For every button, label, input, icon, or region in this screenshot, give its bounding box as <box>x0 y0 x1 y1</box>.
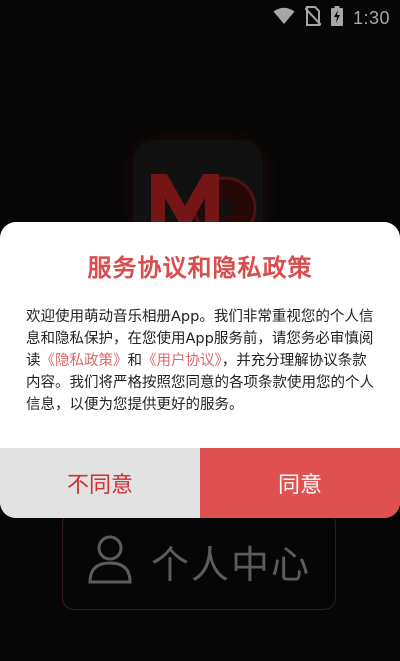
and-text: 和 <box>127 353 143 369</box>
privacy-dialog: 服务协议和隐私政策 欢迎使用萌动音乐相册App。我们非常重视您的个人信息和隐私保… <box>0 222 400 518</box>
dialog-actions: 不同意 同意 <box>0 448 400 518</box>
dialog-title: 服务协议和隐私政策 <box>87 254 313 282</box>
user-agreement-link[interactable]: 《用户协议》 <box>142 353 222 369</box>
dialog-body: 欢迎使用萌动音乐相册App。我们非常重视您的个人信息和隐私保护，在您使用App服… <box>26 306 374 416</box>
privacy-policy-link[interactable]: 《隐私政策》 <box>41 353 128 369</box>
agree-button[interactable]: 同意 <box>200 448 400 518</box>
disagree-button[interactable]: 不同意 <box>0 448 200 518</box>
